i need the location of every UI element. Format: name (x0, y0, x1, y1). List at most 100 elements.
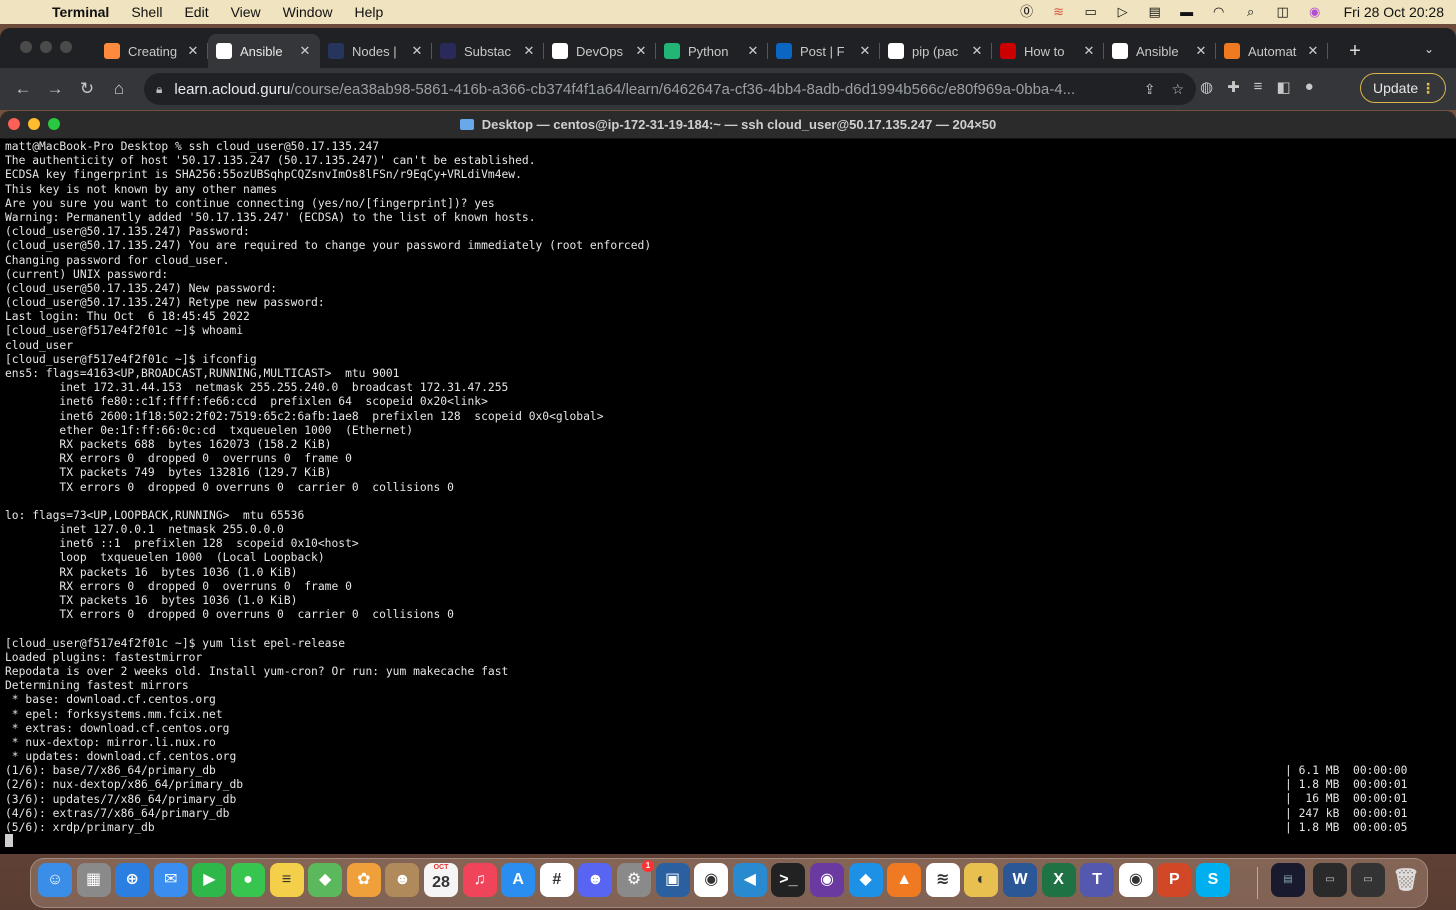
safari-icon[interactable]: ⊕ (115, 863, 150, 897)
redhat-icon[interactable]: ◉ (694, 863, 729, 897)
reading-list-icon[interactable]: ≡ (1254, 78, 1263, 96)
browser-tab[interactable]: Creating ✕ (96, 34, 208, 68)
terminal-title-bar[interactable]: Desktop — centos@ip-172-31-19-184:~ — ss… (0, 111, 1456, 139)
control-center-icon[interactable]: ◫ (1274, 5, 1292, 19)
wave-icon[interactable]: ≋ (925, 863, 960, 897)
browser-tab[interactable]: Substac ✕ (432, 34, 544, 68)
teams-icon[interactable]: T (1080, 863, 1115, 897)
menu-bar-clock[interactable]: Fri 28 Oct 20:28 (1344, 4, 1444, 20)
display-icon[interactable]: ▭ (1082, 5, 1100, 19)
chrome-close-icon[interactable] (20, 41, 32, 53)
facetime-icon[interactable]: ▶ (192, 863, 227, 897)
lock-icon[interactable]: 🔒︎ (156, 82, 162, 97)
browser-tab[interactable]: How to ✕ (992, 34, 1104, 68)
extensions-puzzle-icon[interactable]: ✚ (1227, 78, 1240, 96)
browser-tab[interactable]: Post | F ✕ (768, 34, 880, 68)
tab-close-icon[interactable]: ✕ (410, 43, 424, 59)
tab-search-chevron-icon[interactable]: ⌄ (1424, 42, 1434, 56)
menu-window[interactable]: Window (283, 4, 333, 20)
browser-tab[interactable]: DevOps ✕ (544, 34, 656, 68)
photos-icon[interactable]: ✿ (346, 863, 381, 897)
terminal-line: TX errors 0 dropped 0 overruns 0 carrier… (5, 480, 454, 494)
recent-window-terminal-icon[interactable]: ▤ (1271, 863, 1305, 897)
recent-window-2-icon[interactable]: ▭ (1351, 863, 1385, 897)
menu-app-terminal[interactable]: Terminal (52, 4, 109, 20)
tab-close-icon[interactable]: ✕ (746, 43, 760, 59)
reload-icon[interactable]: ↻ (76, 78, 98, 100)
tab-close-icon[interactable]: ✕ (1194, 43, 1208, 59)
bookmark-star-icon[interactable]: ☆ (1171, 81, 1184, 98)
terminal-close-icon[interactable] (8, 118, 20, 130)
chrome-minimize-icon[interactable] (40, 41, 52, 53)
tab-close-icon[interactable]: ✕ (1082, 43, 1096, 59)
menu-help[interactable]: Help (354, 4, 383, 20)
vscode-icon[interactable]: ◀ (732, 863, 767, 897)
address-bar[interactable]: 🔒︎ learn.acloud.guru/course/ea38ab98-586… (144, 73, 1196, 105)
terminal-output[interactable]: matt@MacBook-Pro Desktop % ssh cloud_use… (5, 140, 1445, 835)
tab-close-icon[interactable]: ✕ (522, 43, 536, 59)
share-icon[interactable]: ⇪ (1144, 81, 1156, 98)
word-icon[interactable]: W (1003, 863, 1037, 897)
messages-icon[interactable]: ● (231, 863, 265, 897)
slack-icon[interactable]: # (539, 863, 574, 897)
contacts-icon[interactable]: ☻ (385, 863, 420, 897)
tab-close-icon[interactable]: ✕ (858, 43, 872, 59)
menu-edit[interactable]: Edit (184, 4, 208, 20)
browser-tab[interactable]: Automat ✕ (1216, 34, 1328, 68)
maps-icon[interactable]: ◆ (308, 863, 343, 897)
docker-icon[interactable]: ◆ (848, 863, 883, 897)
appstore-icon[interactable]: A (501, 863, 536, 897)
home-icon[interactable]: ⌂ (108, 78, 130, 100)
back-arrow-icon[interactable]: ← (12, 78, 34, 100)
powerpoint-icon[interactable]: P (1157, 863, 1192, 897)
onepassword-icon[interactable]: ⓪ (1018, 5, 1036, 19)
chrome-update-button[interactable]: Update ⋮ (1360, 73, 1446, 103)
music-icon[interactable]: ♫ (462, 863, 497, 897)
mail-icon[interactable]: ✉ (153, 863, 188, 897)
menu-view[interactable]: View (231, 4, 261, 20)
siri-icon[interactable]: ◉ (1306, 5, 1324, 19)
tab-close-icon[interactable]: ✕ (186, 43, 200, 59)
github-icon[interactable]: ◉ (810, 863, 844, 897)
more-menu-icon[interactable]: ⋮ (1421, 80, 1435, 97)
new-tab-button[interactable]: + (1344, 40, 1366, 62)
trash-icon[interactable]: 🗑︎ (1389, 863, 1423, 897)
notes-icon[interactable]: ≡ (269, 863, 304, 897)
wifi-icon[interactable]: ◠ (1210, 5, 1228, 19)
calendar-icon[interactable]: OCT 28 (424, 863, 458, 897)
menu-shell[interactable]: Shell (131, 4, 162, 20)
play-icon[interactable]: ▷ (1114, 5, 1132, 19)
virtualbox-icon[interactable]: ▣ (655, 863, 690, 897)
forward-arrow-icon[interactable]: → (44, 78, 66, 100)
discord-icon[interactable]: ☻ (578, 863, 613, 897)
extension-g-icon[interactable]: ◍ (1200, 78, 1213, 96)
skype-icon[interactable]: S (1196, 863, 1230, 897)
terminal-icon[interactable]: >_ (771, 863, 806, 897)
terminal-maximize-icon[interactable] (48, 118, 60, 130)
tab-close-icon[interactable]: ✕ (1306, 43, 1320, 59)
stripes-app-icon[interactable]: ≋ (1050, 5, 1068, 19)
keyboard-icon[interactable]: ▤ (1146, 5, 1164, 19)
orange-icon[interactable]: ▲ (887, 863, 922, 897)
tab-close-icon[interactable]: ✕ (970, 43, 984, 59)
settings-icon[interactable]: ⚙ 1 (617, 860, 654, 897)
side-panel-icon[interactable]: ◧ (1276, 78, 1290, 96)
browser-tab[interactable]: Ansible ✕ (1104, 34, 1216, 68)
browser-tab[interactable]: Ansible ✕ (208, 34, 320, 68)
finder-icon[interactable]: ☺ (38, 863, 72, 897)
profile-avatar-icon[interactable]: ● (1305, 78, 1314, 96)
tab-close-icon[interactable]: ✕ (298, 43, 312, 59)
battery-icon[interactable]: ▬ (1178, 5, 1196, 19)
excel-icon[interactable]: X (1041, 863, 1076, 897)
launchpad-icon[interactable]: ▦ (76, 863, 111, 897)
browser-tab[interactable]: pip (pac ✕ (880, 34, 992, 68)
browser-tab[interactable]: Python ✕ (656, 34, 768, 68)
chrome-icon[interactable]: ◉ (1118, 863, 1153, 897)
recent-window-icon[interactable]: ▭ (1313, 863, 1347, 897)
spotlight-search-icon[interactable]: ⌕ (1242, 5, 1260, 19)
tab-close-icon[interactable]: ✕ (634, 43, 648, 59)
browser-tab[interactable]: Nodes | ✕ (320, 34, 432, 68)
chrome-canary-icon[interactable]: ◐ (964, 863, 999, 897)
terminal-minimize-icon[interactable] (28, 118, 40, 130)
chrome-maximize-icon[interactable] (60, 41, 72, 53)
